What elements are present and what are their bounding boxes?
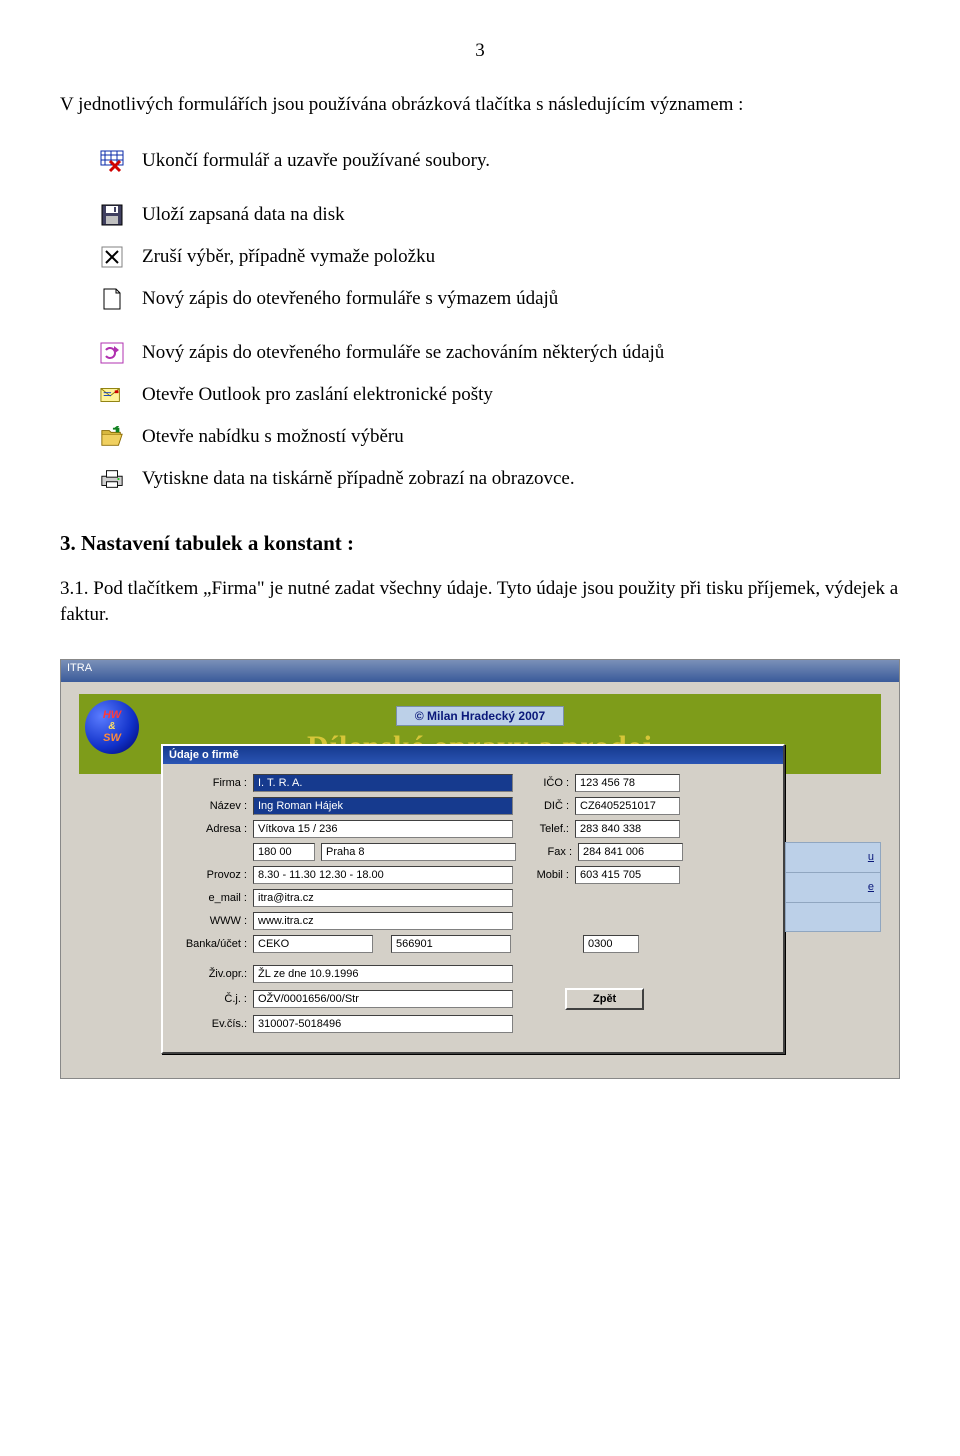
- input-ulice[interactable]: Vítkova 15 / 236: [253, 820, 513, 838]
- new-keep-icon: [100, 341, 124, 365]
- label-ziv: Živ.opr.:: [177, 968, 247, 980]
- icon-legend: Ukončí formulář a uzavře používané soubo…: [100, 149, 900, 491]
- new-blank-desc: Nový zápis do otevřeného formuláře s vým…: [142, 287, 558, 310]
- input-www[interactable]: www.itra.cz: [253, 912, 513, 930]
- label-firma: Firma :: [177, 777, 247, 789]
- page-number: 3: [60, 40, 900, 62]
- label-banka: Banka/účet :: [177, 938, 247, 950]
- label-adresa: Adresa :: [177, 823, 247, 835]
- input-telef[interactable]: 283 840 338: [575, 820, 680, 838]
- label-ico: IČO :: [519, 777, 569, 789]
- peek-row-2: e: [785, 872, 881, 902]
- peek-row-1: u: [785, 842, 881, 872]
- input-cj[interactable]: OŽV/0001656/00/Str: [253, 990, 513, 1008]
- cancel-desc: Zruší výběr, případně vymaže položku: [142, 245, 435, 268]
- background-menu-peek: u e: [785, 842, 881, 932]
- input-evc[interactable]: 310007-5018496: [253, 1015, 513, 1033]
- save-icon: [100, 203, 124, 227]
- app-screenshot: ITRA HW & SW © Milan Hradecký 2007 Dílen…: [60, 659, 900, 1079]
- section-3-heading: 3. Nastavení tabulek a konstant :: [60, 531, 900, 556]
- close-form-icon: [100, 149, 124, 173]
- label-dic: DIČ :: [519, 800, 569, 812]
- label-nazev: Název :: [177, 800, 247, 812]
- label-email: e_mail :: [177, 892, 247, 904]
- input-kod[interactable]: 0300: [583, 935, 639, 953]
- logo-badge: HW & SW: [85, 700, 139, 754]
- mail-icon: [100, 383, 124, 407]
- input-provoz[interactable]: 8.30 - 11.30 12.30 - 18.00: [253, 866, 513, 884]
- input-firma[interactable]: I. T. R. A.: [253, 774, 513, 792]
- mail-desc: Otevře Outlook pro zaslání elektronické …: [142, 383, 493, 406]
- input-ziv[interactable]: ŽL ze dne 10.9.1996: [253, 965, 513, 983]
- intro-text: V jednotlivých formulářích jsou používán…: [60, 92, 900, 119]
- label-provoz: Provoz :: [177, 869, 247, 881]
- input-nazev[interactable]: Ing Roman Hájek: [253, 797, 513, 815]
- input-email[interactable]: itra@itra.cz: [253, 889, 513, 907]
- copyright-chip: © Milan Hradecký 2007: [396, 706, 564, 726]
- new-blank-icon: [100, 287, 124, 311]
- folder-open-desc: Otevře nabídku s možností výběru: [142, 425, 404, 448]
- save-desc: Uloží zapsaná data na disk: [142, 203, 345, 226]
- input-banka[interactable]: CEKO: [253, 935, 373, 953]
- label-www: WWW :: [177, 915, 247, 927]
- label-cj: Č.j. :: [177, 993, 247, 1005]
- input-mobil[interactable]: 603 415 705: [575, 866, 680, 884]
- back-button[interactable]: Zpět: [565, 988, 644, 1010]
- peek-row-3: [785, 902, 881, 932]
- new-keep-desc: Nový zápis do otevřeného formuláře se za…: [142, 341, 664, 364]
- printer-desc: Vytiskne data na tiskárně případně zobra…: [142, 467, 575, 490]
- input-fax[interactable]: 284 841 006: [578, 843, 683, 861]
- input-dic[interactable]: CZ6405251017: [575, 797, 680, 815]
- input-mesto[interactable]: Praha 8: [321, 843, 516, 861]
- cancel-icon: [100, 245, 124, 269]
- label-mobil: Mobil :: [519, 869, 569, 881]
- close-form-desc: Ukončí formulář a uzavře používané soubo…: [142, 149, 490, 172]
- folder-open-icon: [100, 425, 124, 449]
- app-titlebar: ITRA: [61, 660, 899, 682]
- input-ucet[interactable]: 566901: [391, 935, 511, 953]
- printer-icon: [100, 467, 124, 491]
- label-evc: Ev.čís.:: [177, 1018, 247, 1030]
- firm-dialog: Údaje o firmě Firma : I. T. R. A. IČO : …: [161, 744, 785, 1054]
- section-3-1-text: 3.1. Pod tlačítkem „Firma" je nutné zada…: [60, 576, 900, 629]
- input-psc[interactable]: 180 00: [253, 843, 315, 861]
- dialog-title: Údaje o firmě: [163, 746, 783, 764]
- input-ico[interactable]: 123 456 78: [575, 774, 680, 792]
- label-fax: Fax :: [522, 846, 572, 858]
- label-telef: Telef.:: [519, 823, 569, 835]
